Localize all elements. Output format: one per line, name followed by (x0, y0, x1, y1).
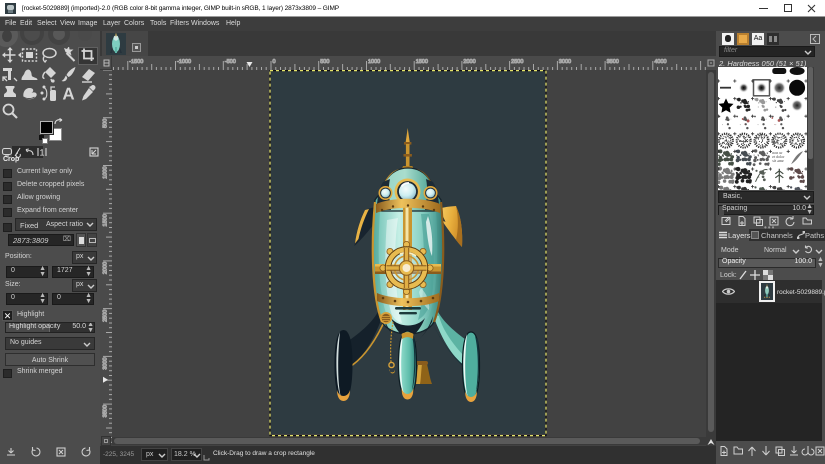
svg-text:-1000: -1000 (177, 59, 191, 65)
svg-text:1500: 1500 (103, 214, 109, 226)
svg-text:2500: 2500 (511, 59, 523, 65)
svg-text:1000: 1000 (103, 166, 109, 178)
svg-text:1: 1 (39, 148, 44, 158)
svg-text:3500: 3500 (607, 59, 619, 65)
svg-text:2500: 2500 (103, 310, 109, 322)
svg-text:0: 0 (273, 59, 276, 65)
svg-text:2000: 2000 (463, 59, 475, 65)
svg-text:3000: 3000 (103, 357, 109, 369)
svg-text:A: A (62, 85, 74, 104)
svg-text:4000: 4000 (654, 59, 666, 65)
svg-text:1000: 1000 (368, 59, 380, 65)
svg-text:1500: 1500 (416, 59, 428, 65)
svg-text:3500: 3500 (103, 405, 109, 417)
svg-text:500: 500 (320, 59, 329, 65)
svg-text:-1500: -1500 (129, 59, 143, 65)
svg-text:sit ame: sit ame (772, 158, 784, 163)
svg-text:3000: 3000 (559, 59, 571, 65)
svg-text:500: 500 (103, 119, 109, 128)
svg-text:2000: 2000 (103, 262, 109, 274)
svg-text:-500: -500 (225, 59, 236, 65)
